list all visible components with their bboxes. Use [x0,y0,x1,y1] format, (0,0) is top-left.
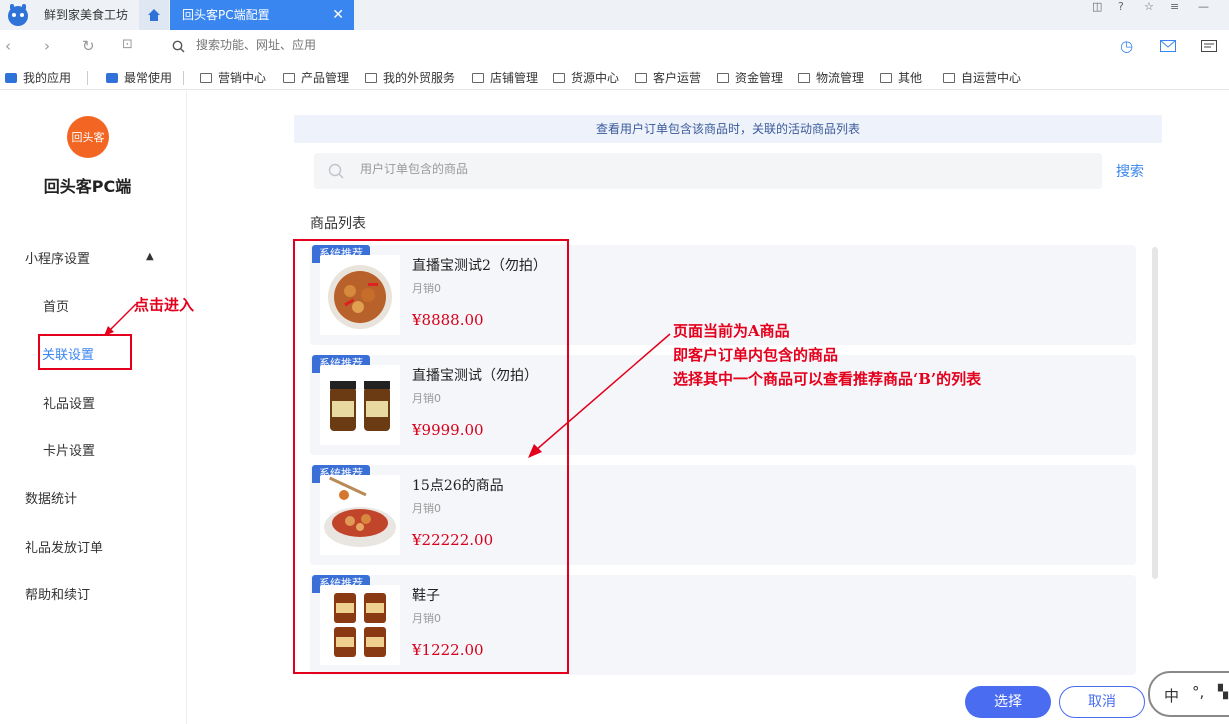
brand-logo-text: 回头客 [71,131,105,144]
browser-nav-bar: ‹ › ↻ ⊡ ◷ [0,30,1229,62]
bookmarks-bar: 我的应用 最常使用 营销中心 产品管理 我的外贸服务 店铺管理 货源中心 客户运… [0,62,1229,90]
bookmark-my-apps[interactable]: 我的应用 [5,69,71,86]
bookmark-self-ops[interactable]: 自运营中心 [943,69,1021,86]
annotation-line-1: 页面当前为A商品 [673,322,790,340]
bookmark-funds[interactable]: 资金管理 [717,69,783,86]
ime-mode[interactable]: 中 [1164,685,1179,706]
tab-label: 回头客PC端配置 [182,8,270,22]
sidebar-item-help-renew[interactable]: 帮助和续订 [25,584,90,603]
tab-huitouke-config[interactable]: 回头客PC端配置 ✕ [170,0,354,30]
select-button[interactable]: 选择 [965,686,1051,718]
clock-icon[interactable]: ◷ [1120,37,1133,55]
most-used-icon [106,73,118,83]
forward-icon[interactable]: › [44,37,50,55]
arrow-annotation-icon [528,333,671,458]
back-icon[interactable]: ‹ [5,37,11,55]
annotation-line-3: 选择其中一个商品可以查看推荐商品‘B’的列表 [673,370,982,388]
arrow-annotation-icon [104,303,137,336]
sidebar: 回头客 回头客PC端 小程序设置 ▲ 首页 关联设置 礼品设置 卡片设置 数据统… [0,91,187,724]
help-icon[interactable]: ? [1118,0,1124,13]
close-icon[interactable]: ✕ [332,0,344,30]
bookmark-customer-ops[interactable]: 客户运营 [635,69,701,86]
mail-icon[interactable] [1160,40,1176,52]
pin-icon[interactable]: ☆ [1144,0,1154,13]
tab-xiandaojia[interactable]: 鲜到家美食工坊 [36,0,138,30]
scrollbar[interactable] [1152,247,1158,579]
bookmark-other[interactable]: 其他 [880,69,922,86]
ime-punctuation[interactable]: °, [1192,683,1204,701]
card-icon[interactable] [1201,40,1217,52]
folder-icon [553,73,565,83]
apps-icon [5,73,17,83]
home-tab[interactable] [139,0,169,30]
shirt-icon[interactable]: ▚ [1218,685,1228,700]
brand-logo: 回头客 [67,116,109,158]
browser-logo-icon [8,4,28,26]
bookmark-page-icon[interactable]: ⊡ [122,37,133,52]
skin-icon[interactable]: ◫ [1092,0,1102,13]
folder-icon [717,73,729,83]
sidebar-item-home[interactable]: 首页 [43,296,69,315]
folder-icon [798,73,810,83]
list-title: 商品列表 [310,216,366,232]
menu-icon[interactable]: ≡ [1170,0,1179,13]
annotation-click-enter: 点击进入 [134,296,195,314]
bookmark-most-used[interactable]: 最常使用 [106,69,172,86]
folder-icon [943,73,955,83]
annotation-line-2: 即客户订单内包含的商品 [673,346,839,364]
sidebar-item-gifts[interactable]: 礼品设置 [43,393,95,412]
sidebar-item-cards[interactable]: 卡片设置 [43,440,95,459]
sidebar-item-gift-orders[interactable]: 礼品发放订单 [25,537,103,556]
sidebar-item-statistics[interactable]: 数据统计 [25,488,77,507]
panel-header: 查看用户订单包含该商品时，关联的活动商品列表 [294,115,1162,143]
search-icon [172,40,185,53]
bookmark-logistics[interactable]: 物流管理 [798,69,864,86]
folder-icon [880,73,892,83]
bookmark-shop[interactable]: 店铺管理 [472,69,538,86]
bookmark-products[interactable]: 产品管理 [283,69,349,86]
refresh-icon[interactable]: ↻ [82,37,95,55]
cancel-button[interactable]: 取消 [1059,686,1145,718]
folder-icon [635,73,647,83]
minimize-icon[interactable]: — [1198,0,1209,13]
product-search-input[interactable] [360,162,960,176]
product-search-box [314,153,1102,189]
search-icon [328,163,344,179]
address-bar[interactable] [196,38,496,52]
bookmark-marketing[interactable]: 营销中心 [200,69,266,86]
home-icon [148,9,160,21]
chevron-up-icon[interactable]: ▲ [146,251,154,262]
folder-icon [200,73,212,83]
sidebar-item-mini-program[interactable]: 小程序设置 [25,248,90,267]
folder-icon [283,73,295,83]
bookmark-supply[interactable]: 货源中心 [553,69,619,86]
browser-tab-bar: 鲜到家美食工坊 回头客PC端配置 ✕ ◫ ? ☆ ≡ — [0,0,1229,30]
folder-icon [472,73,484,83]
search-button[interactable]: 搜索 [1116,161,1144,181]
bookmark-foreign-trade[interactable]: 我的外贸服务 [365,69,455,86]
brand-title: 回头客PC端 [43,177,132,196]
folder-icon [365,73,377,83]
ime-toolbar[interactable]: 中 °, ▚ [1148,671,1229,717]
